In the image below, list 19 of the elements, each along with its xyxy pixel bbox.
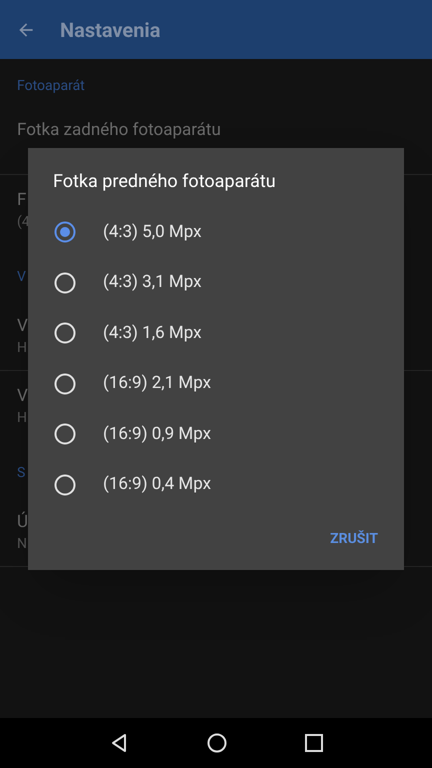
setting-value: H [17, 339, 27, 358]
setting-value: H [17, 409, 27, 428]
radio-option[interactable]: (4:3) 5,0 Mpx [28, 207, 404, 258]
screen-title: Nastavenia [60, 16, 160, 44]
radio-option[interactable]: (4:3) 3,1 Mpx [28, 258, 404, 308]
section-header: S [17, 464, 26, 482]
radio-option[interactable]: (4:3) 1,6 Mpx [28, 308, 404, 358]
radio-option[interactable]: (16:9) 0,4 Mpx [28, 460, 404, 510]
home-icon[interactable] [207, 733, 227, 753]
back-icon[interactable] [109, 733, 129, 753]
radio-option[interactable]: (16:9) 2,1 Mpx [28, 358, 404, 409]
section-header: Fotoaparát [17, 76, 85, 96]
radio-option[interactable]: (16:9) 0,9 Mpx [28, 409, 404, 460]
recents-icon[interactable] [305, 734, 323, 752]
section-header: V [17, 268, 26, 286]
setting-value: (4 [17, 213, 30, 232]
radio-button[interactable] [54, 221, 76, 244]
setting-value: N [17, 535, 27, 554]
dialog-title: Fotka predného fotoaparátu [52, 170, 277, 194]
